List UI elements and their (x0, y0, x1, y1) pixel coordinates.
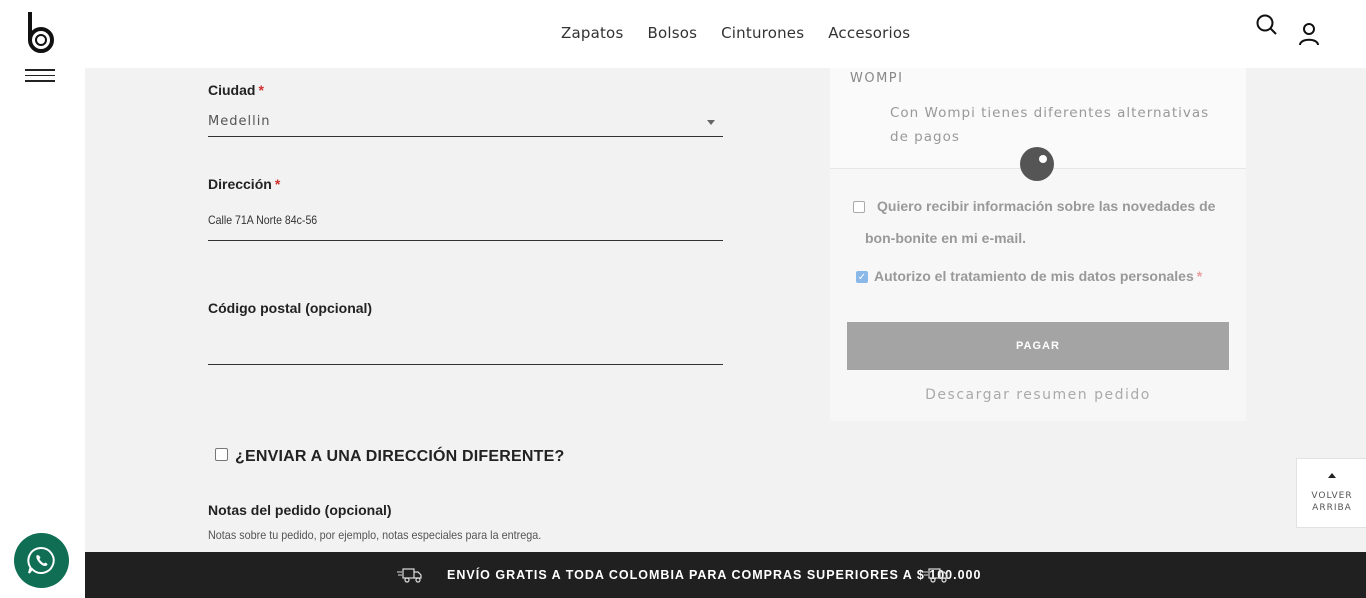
chevron-down-icon[interactable] (707, 120, 715, 125)
nav-item-zapatos[interactable]: Zapatos (561, 24, 623, 42)
postal-underline (208, 364, 723, 365)
privacy-label: Autorizo el tratamiento de mis datos per… (874, 268, 1203, 284)
privacy-checkbox[interactable]: ✓ (856, 271, 868, 283)
newsletter-checkbox[interactable] (853, 201, 865, 213)
arrow-up-icon (1328, 473, 1336, 478)
ship-different-label[interactable]: ¿ENVIAR A UNA DIRECCIÓN DIFERENTE? (235, 448, 564, 466)
back-to-top-label: VOLVER ARRIBA (1311, 491, 1353, 513)
whatsapp-icon (27, 546, 55, 574)
address-label: Dirección * (208, 176, 281, 192)
postal-input[interactable] (208, 326, 723, 364)
download-summary-link[interactable]: Descargar resumen pedido (830, 387, 1246, 403)
city-select-value: Medellin (208, 114, 271, 129)
city-label: Ciudad * (208, 82, 264, 98)
address-underline (208, 240, 723, 241)
free-shipping-message: ENVÍO GRATIS A TODA COLOMBIA PARA COMPRA… (447, 568, 982, 582)
payment-method-description: Con Wompi tienes diferentes alternativas… (890, 105, 1210, 145)
delivery-truck-icon (397, 568, 422, 583)
whatsapp-button[interactable] (14, 533, 69, 588)
city-select[interactable] (208, 108, 723, 136)
newsletter-label-line2: bon-bonite en mi e-mail. (865, 230, 1027, 246)
menu-icon[interactable] (25, 69, 55, 85)
brand-logo[interactable] (26, 10, 56, 54)
user-account-icon[interactable] (1297, 21, 1321, 47)
city-underline (208, 136, 723, 137)
checkout-form-area: Ciudad * Medellin Dirección * Calle 71A No… (85, 68, 1366, 552)
payment-method-panel: WOMPI Con Wompi tienes diferentes altern… (830, 68, 1246, 181)
header: Zapatos Bolsos Cinturones Accesorios (85, 0, 1366, 68)
nav-item-cinturones[interactable]: Cinturones (721, 24, 804, 42)
payment-method-title[interactable]: WOMPI (850, 71, 903, 86)
loading-spinner-icon (1020, 147, 1054, 181)
main-nav: Zapatos Bolsos Cinturones Accesorios (561, 24, 910, 42)
ship-different-checkbox[interactable] (215, 448, 228, 461)
postal-label: Código postal (opcional) (208, 300, 373, 316)
order-confirm-panel: Quiero recibir información sobre las nov… (830, 168, 1246, 421)
notes-label: Notas del pedido (opcional) (208, 502, 392, 518)
notes-input[interactable]: Notas sobre tu pedido, por ejemplo, nota… (208, 528, 541, 542)
newsletter-label-line1: Quiero recibir información sobre las nov… (877, 198, 1216, 214)
shipping-banner: ENVÍO GRATIS A TODA COLOMBIA PARA COMPRA… (85, 552, 1366, 598)
nav-item-bolsos[interactable]: Bolsos (647, 24, 697, 42)
left-rail (0, 0, 85, 598)
pay-button[interactable]: PAGAR (847, 322, 1229, 370)
delivery-truck-icon (923, 568, 948, 583)
nav-item-accesorios[interactable]: Accesorios (828, 24, 910, 42)
address-input-value: Calle 71A Norte 84c-56 (208, 213, 318, 227)
search-icon[interactable] (1255, 13, 1279, 37)
back-to-top-button[interactable]: VOLVER ARRIBA (1296, 458, 1366, 528)
